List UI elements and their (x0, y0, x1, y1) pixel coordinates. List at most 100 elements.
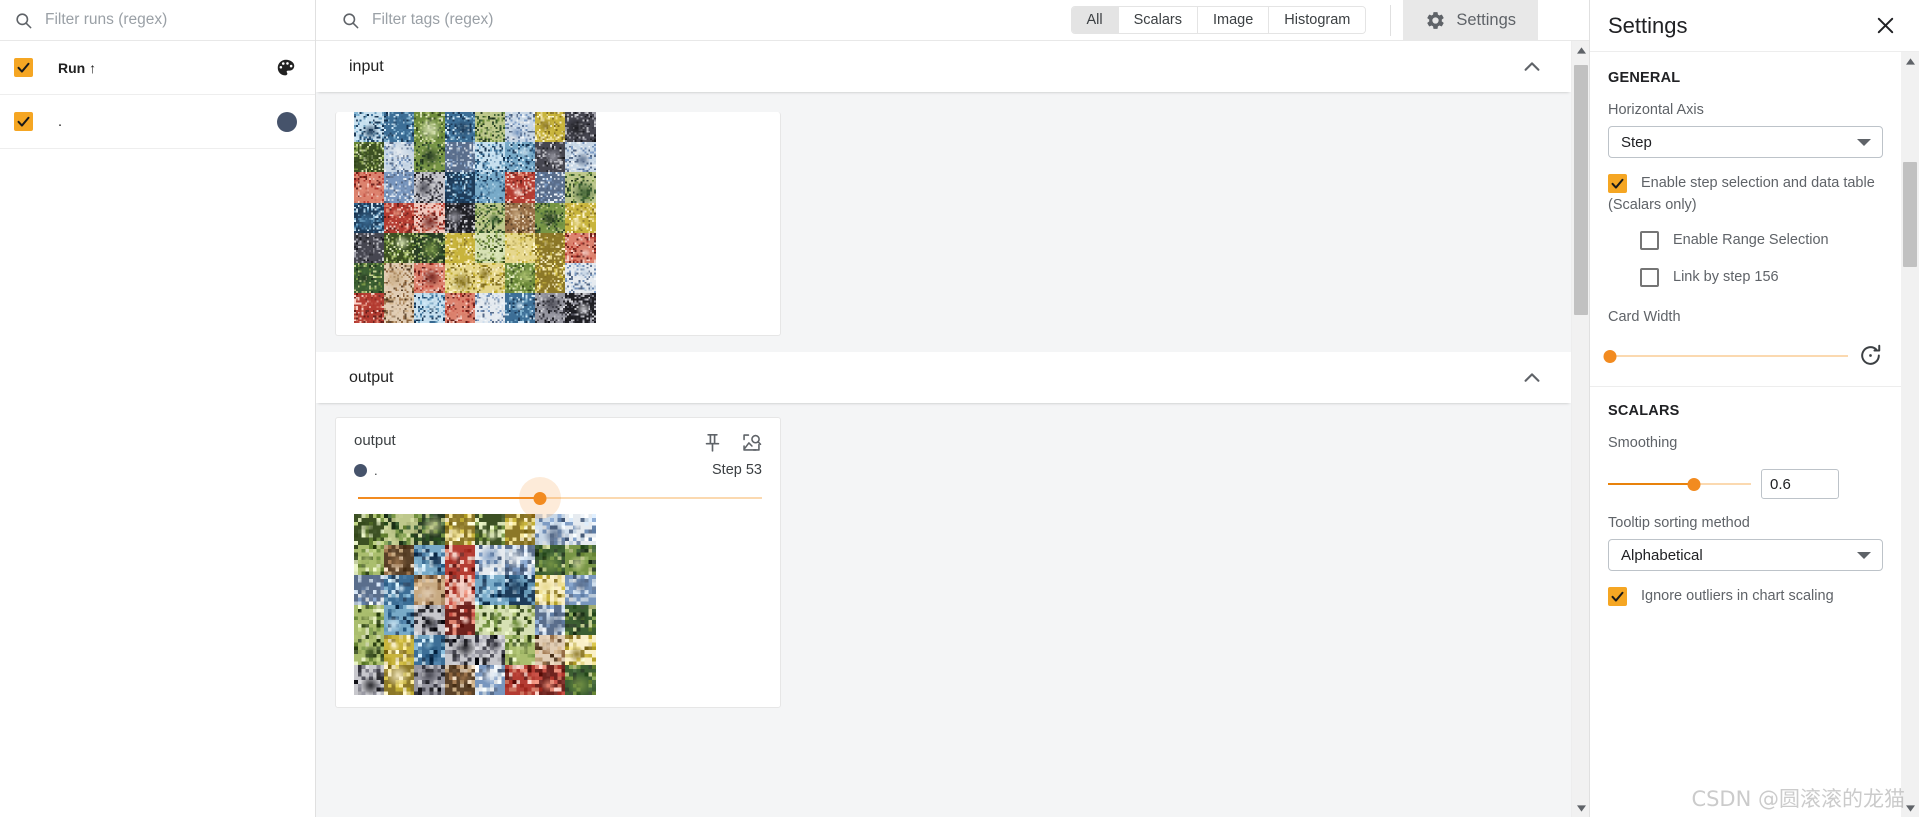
slider-track (1608, 354, 1848, 357)
tab-histogram[interactable]: Histogram (1269, 7, 1366, 33)
image-thumbnail (535, 112, 566, 143)
card-width-row (1603, 343, 1883, 368)
image-thumbnail (444, 514, 475, 545)
scroll-down-arrow[interactable] (1901, 799, 1919, 817)
image-thumbnail (474, 293, 505, 324)
close-icon[interactable] (1874, 14, 1897, 37)
settings-button[interactable]: Settings (1403, 0, 1538, 41)
run-color-dot[interactable] (277, 111, 297, 132)
image-thumbnail (384, 142, 415, 173)
enable-range-selection-label: Enable Range Selection (1673, 232, 1829, 248)
scroll-down-arrow[interactable] (1572, 799, 1590, 817)
card-run-label: . (374, 462, 378, 478)
reset-icon[interactable] (1858, 343, 1883, 368)
image-thumbnail (354, 604, 385, 636)
run-filter-bar[interactable]: Filter runs (regex) (0, 0, 315, 41)
image-card-output[interactable]: output . Step 53 (335, 417, 781, 709)
link-by-step-checkbox[interactable] (1640, 268, 1659, 287)
image-thumbnail (565, 514, 596, 545)
settings-scrollbar[interactable] (1901, 52, 1919, 817)
image-thumbnail (444, 142, 475, 173)
tag-filter-input[interactable]: Filter tags (regex) (372, 11, 493, 29)
image-thumbnail (565, 262, 596, 294)
cards-row-output: output . Step 53 (316, 403, 1571, 709)
settings-button-label: Settings (1456, 10, 1516, 29)
image-thumbnail (414, 112, 445, 143)
enable-range-selection-checkbox[interactable] (1640, 231, 1659, 250)
smoothing-input[interactable]: 0.6 (1761, 469, 1839, 499)
image-card-input[interactable] (335, 112, 781, 337)
smoothing-slider[interactable] (1608, 475, 1751, 493)
smoothing-label: Smoothing (1608, 435, 1678, 451)
image-thumbnail (414, 604, 445, 636)
image-thumbnail (384, 665, 415, 696)
step-label: Step 53 (712, 462, 762, 479)
image-thumbnail (354, 665, 385, 696)
image-thumbnail (474, 232, 505, 263)
tag-filter-bar[interactable]: Filter tags (regex) (341, 11, 1071, 30)
link-by-step-row[interactable]: Link by step 156 (1640, 268, 1883, 287)
enable-step-selection-row[interactable]: Enable step selection and data table (1608, 174, 1883, 193)
tab-scalars[interactable]: Scalars (1118, 7, 1198, 33)
group-header-output[interactable]: output (316, 352, 1571, 404)
group-title: output (349, 368, 394, 386)
select-all-runs-checkbox[interactable] (14, 58, 33, 77)
image-thumbnail (444, 293, 475, 324)
enable-step-selection-checkbox[interactable] (1608, 174, 1627, 193)
image-thumbnail (354, 574, 385, 605)
tab-image[interactable]: Image (1197, 7, 1270, 33)
scrollbar-thumb[interactable] (1574, 65, 1588, 315)
runs-column-header[interactable]: Run ↑ (58, 60, 275, 76)
image-search-icon[interactable] (741, 432, 762, 453)
group-header-input[interactable]: input (316, 41, 1571, 92)
image-thumbnail (504, 172, 536, 203)
group-title: input (349, 57, 384, 75)
image-thumbnail (474, 262, 505, 294)
image-thumbnail (565, 142, 596, 173)
run-checkbox[interactable] (14, 112, 33, 131)
image-thumbnail (535, 635, 566, 666)
image-thumbnail (384, 112, 415, 143)
image-thumbnail (444, 202, 475, 233)
chevron-up-icon[interactable] (1521, 56, 1543, 78)
scalars-section-heading: SCALARS (1608, 403, 1680, 419)
run-filter-input[interactable]: Filter runs (regex) (45, 11, 167, 29)
image-thumbnail (535, 232, 566, 263)
image-thumbnail (354, 232, 385, 263)
image-thumbnail (354, 293, 385, 324)
image-thumbnail (444, 262, 475, 294)
settings-header: Settings (1590, 0, 1919, 52)
image-thumbnail (504, 262, 536, 294)
image-thumbnail (354, 544, 385, 575)
ignore-outliers-row[interactable]: Ignore outliers in chart scaling (1608, 587, 1883, 606)
palette-icon[interactable] (275, 57, 297, 79)
chevron-up-icon[interactable] (1521, 367, 1543, 389)
card-header: output (354, 432, 762, 453)
tab-all[interactable]: All (1071, 7, 1119, 33)
slider-thumb[interactable] (1687, 478, 1701, 491)
scroll-up-arrow[interactable] (1572, 41, 1590, 59)
step-slider[interactable] (358, 477, 762, 520)
tooltip-sorting-select[interactable]: Alphabetical (1608, 539, 1883, 571)
image-thumbnail (504, 574, 536, 605)
slider-thumb[interactable] (533, 492, 547, 506)
content-scrollbar[interactable] (1571, 41, 1589, 817)
enable-range-selection-row[interactable]: Enable Range Selection (1640, 231, 1883, 250)
ignore-outliers-checkbox[interactable] (1608, 587, 1627, 606)
slider-thumb[interactable] (1603, 349, 1617, 363)
image-thumbnail (565, 172, 596, 203)
image-thumbnail (565, 202, 596, 233)
top-toolbar: Filter tags (regex) All Scalars Image Hi… (316, 0, 1589, 41)
run-row[interactable]: . (0, 95, 315, 149)
scroll-up-arrow[interactable] (1901, 52, 1919, 70)
card-width-slider[interactable] (1603, 347, 1848, 365)
pin-icon[interactable] (702, 432, 723, 453)
runs-header-row[interactable]: Run ↑ (0, 41, 315, 95)
cards-row-input (316, 92, 1571, 337)
image-thumbnail (414, 142, 445, 173)
scrollbar-thumb[interactable] (1903, 162, 1917, 267)
settings-title: Settings (1608, 12, 1688, 38)
image-thumbnail (474, 202, 505, 233)
image-thumbnail (384, 544, 415, 575)
horizontal-axis-select[interactable]: Step (1608, 126, 1883, 158)
